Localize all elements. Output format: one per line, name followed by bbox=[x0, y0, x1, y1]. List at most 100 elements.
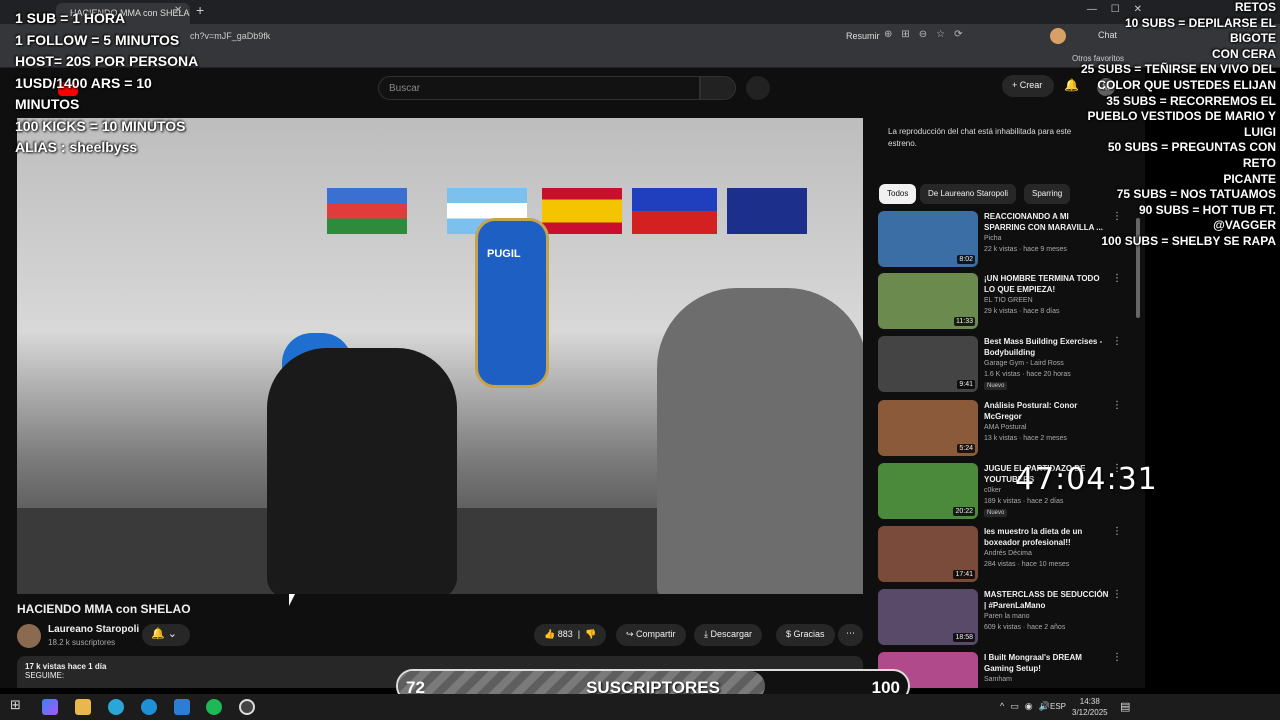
recommendation-title[interactable]: I Built Mongraal's DREAM Gaming Setup! bbox=[984, 652, 1109, 674]
copilot-icon[interactable] bbox=[42, 699, 58, 715]
recommendation-meta: 1.6 K vistas · hace 20 horas bbox=[984, 371, 1071, 378]
challenge-line: 25 SUBS = TEÑIRSE EN VIVO DEL bbox=[1080, 62, 1276, 77]
recommendation-channel[interactable]: Samham bbox=[984, 676, 1012, 683]
channel-name[interactable]: Laureano Staropoli bbox=[48, 624, 139, 635]
video-title: HACIENDO MMA con SHELAO bbox=[17, 602, 191, 616]
recommendation-channel[interactable]: Andrés Décima bbox=[984, 550, 1032, 557]
recommendation-meta: 13 k vistas · hace 2 meses bbox=[984, 435, 1067, 442]
chip-sparring[interactable]: Sparring bbox=[1024, 184, 1071, 204]
video-duration: 11:33 bbox=[954, 317, 975, 326]
recommendation-title[interactable]: Análisis Postural: Conor McGregor bbox=[984, 400, 1109, 422]
flag-philippines bbox=[632, 188, 717, 234]
recommendation-title[interactable]: Best Mass Building Exercises - Bodybuild… bbox=[984, 336, 1109, 358]
bag-brand: PUGIL bbox=[487, 248, 521, 260]
challenge-line: CON CERA bbox=[1211, 46, 1276, 61]
challenge-line: 50 SUBS = PREGUNTAS CON RETO bbox=[1107, 140, 1276, 170]
recommendation-item[interactable]: I Built Mongraal's DREAM Gaming Setup! Sa… bbox=[878, 652, 1138, 688]
spotify-icon[interactable] bbox=[206, 699, 222, 715]
like-button[interactable]: 👍 883 | 👎 bbox=[534, 624, 607, 646]
start-icon[interactable]: ⊞ bbox=[10, 697, 26, 713]
more-options-icon[interactable]: ⋮ bbox=[1112, 652, 1122, 663]
challenge-line: 35 SUBS = RECORREMOS EL bbox=[1106, 93, 1276, 108]
resumir-button[interactable]: Resumir bbox=[846, 31, 880, 41]
recommendation-meta: 189 k vistas · hace 2 días bbox=[984, 498, 1064, 505]
chat-disabled-message: La reproducción del chat está inhabilita… bbox=[888, 127, 1072, 148]
toolbar-icons[interactable]: ⊕⊞⊖☆⟳ bbox=[884, 29, 971, 40]
subscribe-bell-button[interactable]: 🔔 ⌄ bbox=[142, 624, 190, 646]
windows-taskbar: ⊞ ^▭◉🔊 ESP 14:38 3/12/2025 ▤ bbox=[0, 694, 1280, 720]
more-options-icon[interactable]: ⋮ bbox=[1112, 336, 1122, 347]
flag-azerbaijan bbox=[327, 188, 407, 234]
create-button[interactable]: + Crear bbox=[1002, 75, 1054, 97]
recommendation-item[interactable]: 5:24 Análisis Postural: Conor McGregor AMA… bbox=[878, 400, 1138, 458]
edge-icon[interactable] bbox=[108, 699, 124, 715]
challenge-line: PUEBLO VESTIDOS DE MARIO Y bbox=[1087, 109, 1276, 124]
stream-rule-line: HOST= 20S POR PERSONA bbox=[15, 53, 199, 69]
channel-avatar[interactable] bbox=[17, 624, 41, 648]
more-options-icon[interactable]: ⋮ bbox=[1112, 526, 1122, 537]
fighter-grey-shirt bbox=[657, 288, 863, 594]
more-actions-icon[interactable]: ⋯ bbox=[838, 624, 863, 646]
obs-icon[interactable] bbox=[239, 699, 255, 715]
recommendation-item[interactable]: 9:41 Best Mass Building Exercises - Bodyb… bbox=[878, 336, 1138, 394]
channel-subscribers: 18.2 k suscriptores bbox=[48, 638, 116, 647]
challenge-line: LUIGI bbox=[1244, 124, 1276, 139]
edge-beta-icon[interactable] bbox=[141, 699, 157, 715]
recommendation-meta: 22 k vistas · hace 9 meses bbox=[984, 246, 1067, 253]
video-player[interactable]: PUGIL bbox=[17, 118, 863, 594]
thanks-button[interactable]: $ Gracias bbox=[776, 624, 835, 646]
more-options-icon[interactable]: ⋮ bbox=[1112, 400, 1122, 411]
challenge-line: 90 SUBS = HOT TUB FT. @VAGGER bbox=[1138, 202, 1276, 233]
recommendation-title[interactable]: ¡UN HOMBRE TERMINA TODO LO QUE EMPIEZA! bbox=[984, 273, 1109, 295]
recommendation-channel[interactable]: Garage Gym - Laird Ross bbox=[984, 360, 1064, 367]
recommendation-item[interactable]: 17:41 les muestro la dieta de un boxeador… bbox=[878, 526, 1138, 584]
browser-profile-avatar[interactable] bbox=[1050, 28, 1066, 44]
recommendation-thumbnail[interactable]: 5:24 bbox=[878, 400, 978, 456]
recommendation-channel[interactable]: c0ker bbox=[984, 487, 1001, 494]
recommendation-thumbnail[interactable]: 20:22 bbox=[878, 463, 978, 519]
input-language[interactable]: ESP bbox=[1050, 702, 1066, 711]
recommendation-channel[interactable]: Picha bbox=[984, 235, 1002, 242]
recommendation-title[interactable]: les muestro la dieta de un boxeador prof… bbox=[984, 526, 1109, 548]
chip-channel[interactable]: De Laureano Staropoli bbox=[920, 184, 1017, 204]
system-tray-icons[interactable]: ^▭◉🔊 bbox=[1000, 701, 1056, 712]
share-button[interactable]: ↪ Compartir bbox=[616, 624, 686, 646]
more-options-icon[interactable]: ⋮ bbox=[1112, 589, 1122, 600]
video-duration: 17:41 bbox=[953, 570, 975, 579]
recommendation-thumbnail[interactable]: 18:58 bbox=[878, 589, 978, 645]
challenge-line: COLOR QUE USTEDES ELIJAN bbox=[1097, 77, 1276, 92]
clock-time: 14:38 bbox=[1079, 697, 1100, 706]
recommendation-thumbnail[interactable]: 9:41 bbox=[878, 336, 978, 392]
recommendation-item[interactable]: 11:33 ¡UN HOMBRE TERMINA TODO LO QUE EMPI… bbox=[878, 273, 1138, 331]
file-explorer-icon[interactable] bbox=[75, 699, 91, 715]
notifications-center-icon[interactable]: ▤ bbox=[1120, 700, 1130, 713]
search-input[interactable]: Buscar bbox=[378, 76, 700, 100]
punching-bag bbox=[475, 218, 549, 388]
store-icon[interactable] bbox=[174, 699, 190, 715]
video-duration: 20:22 bbox=[953, 507, 975, 516]
challenge-line: PICANTE bbox=[1223, 171, 1276, 186]
recommendation-item[interactable]: 18:58 MASTERCLASS DE SEDUCCIÓN | #ParenLa… bbox=[878, 589, 1138, 647]
like-count: 883 bbox=[557, 629, 573, 639]
recommendation-title[interactable]: MASTERCLASS DE SEDUCCIÓN | #ParenLaMano bbox=[984, 589, 1109, 611]
download-label: Descargar bbox=[710, 629, 752, 639]
share-label: Compartir bbox=[636, 629, 676, 639]
search-icon[interactable] bbox=[700, 76, 736, 100]
more-options-icon[interactable]: ⋮ bbox=[1112, 273, 1122, 284]
system-clock[interactable]: 14:38 3/12/2025 bbox=[1072, 696, 1108, 718]
recommendation-channel[interactable]: AMA Postural bbox=[984, 424, 1026, 431]
recommendation-channel[interactable]: Paren la mano bbox=[984, 613, 1030, 620]
video-duration: 5:24 bbox=[957, 444, 975, 453]
chip-todos[interactable]: Todos bbox=[879, 184, 917, 204]
recommendation-channel[interactable]: EL TIO GREEN bbox=[984, 297, 1033, 304]
youtube-page: Buscar + Crear 🔔 M PUGIL HACIENDO MMA co… bbox=[0, 68, 1145, 688]
recommendation-thumbnail[interactable]: 8:02 bbox=[878, 211, 978, 267]
recommendation-thumbnail[interactable]: 17:41 bbox=[878, 526, 978, 582]
microphone-icon[interactable] bbox=[746, 76, 770, 100]
stream-rule-line: 1 SUB = 1 HORA bbox=[15, 10, 126, 26]
stream-rule-line: MINUTOS bbox=[15, 96, 80, 112]
stream-rule-line: 1USD/1400 ARS = 10 bbox=[15, 74, 152, 91]
download-button[interactable]: ⤓ Descargar bbox=[694, 624, 762, 646]
recommendation-thumbnail[interactable]: 11:33 bbox=[878, 273, 978, 329]
recommendation-meta: 609 k vistas · hace 2 años bbox=[984, 624, 1066, 631]
